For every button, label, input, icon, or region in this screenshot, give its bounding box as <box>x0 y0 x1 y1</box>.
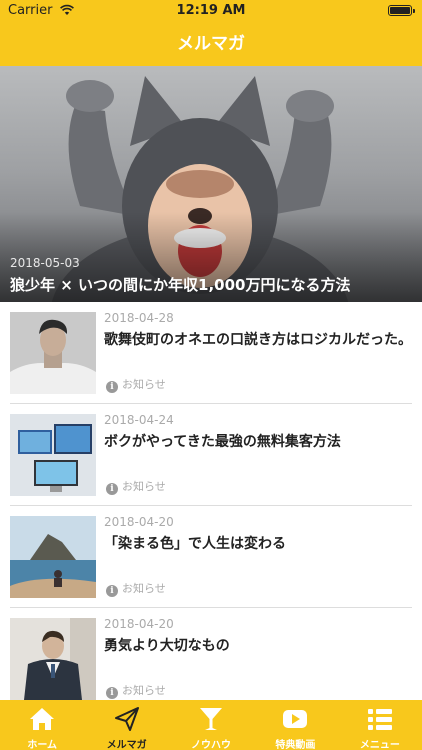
tab-menu[interactable]: メニュー <box>338 700 422 750</box>
category-label: お知らせ <box>122 480 166 493</box>
info-icon: i <box>106 381 118 393</box>
tab-label: メルマガ <box>106 740 147 750</box>
article-category: i お知らせ <box>106 580 166 597</box>
tab-label: ホーム <box>27 740 58 750</box>
tab-home[interactable]: ホーム <box>0 700 84 750</box>
featured-title: 狼少年 × いつの間にか年収1,000万円になる方法 <box>10 276 351 294</box>
article-title: 「染まる色」で人生は変わる <box>104 536 286 552</box>
article-date: 2018-04-28 <box>104 311 174 325</box>
tab-knowhow[interactable]: ノウハウ <box>169 700 253 750</box>
article-category: i お知らせ <box>106 682 166 699</box>
article-thumbnail <box>10 618 96 700</box>
info-icon: i <box>106 585 118 597</box>
category-label: お知らせ <box>122 684 166 697</box>
featured-article[interactable]: 2018-05-03 狼少年 × いつの間にか年収1,000万円になる方法 <box>0 66 422 302</box>
category-label: お知らせ <box>122 582 166 595</box>
article-date: 2018-04-20 <box>104 515 174 529</box>
tab-label: 特典動画 <box>275 740 316 750</box>
info-icon: i <box>106 483 118 495</box>
article-list: 2018-04-28 歌舞伎町のオネエの口説き方はロジカルだった。 i お知らせ … <box>0 302 422 710</box>
article-title: 歌舞伎町のオネエの口説き方はロジカルだった。 <box>104 332 412 348</box>
status-bar: Carrier 12:19 AM <box>0 0 422 22</box>
article-thumbnail <box>10 414 96 496</box>
info-icon: i <box>106 687 118 699</box>
article-category: i お知らせ <box>106 376 166 393</box>
paper-plane-icon <box>114 707 139 731</box>
tab-label: ノウハウ <box>191 740 232 750</box>
featured-date: 2018-05-03 <box>10 256 80 270</box>
list-item[interactable]: 2018-04-24 ボクがやってきた最強の無料集客方法 i お知らせ <box>0 404 422 506</box>
article-title: 勇気より大切なもの <box>104 638 230 654</box>
home-icon <box>30 708 55 730</box>
battery-icon <box>388 5 415 16</box>
article-date: 2018-04-20 <box>104 617 174 631</box>
tab-mailmag[interactable]: メルマガ <box>84 700 168 750</box>
clock: 12:19 AM <box>176 3 246 18</box>
category-label: お知らせ <box>122 378 166 391</box>
tab-bar: ホーム メルマガ ノウハウ 特典動画 メニュー <box>0 700 422 750</box>
article-thumbnail <box>10 312 96 394</box>
play-video-icon <box>283 710 308 728</box>
list-item[interactable]: 2018-04-20 「染まる色」で人生は変わる i お知らせ <box>0 506 422 608</box>
list-item[interactable]: 2018-04-20 勇気より大切なもの i お知らせ <box>0 608 422 710</box>
menu-list-icon <box>367 709 392 730</box>
list-item[interactable]: 2018-04-28 歌舞伎町のオネエの口説き方はロジカルだった。 i お知らせ <box>0 302 422 404</box>
article-title: ボクがやってきた最強の無料集客方法 <box>104 434 341 450</box>
tab-bonus-video[interactable]: 特典動画 <box>253 700 337 750</box>
article-date: 2018-04-24 <box>104 413 174 427</box>
article-category: i お知らせ <box>106 478 166 495</box>
nav-title: メルマガ <box>0 22 422 66</box>
article-thumbnail <box>10 516 96 598</box>
cocktail-glass-icon <box>200 708 223 730</box>
tab-label: メニュー <box>359 740 400 750</box>
